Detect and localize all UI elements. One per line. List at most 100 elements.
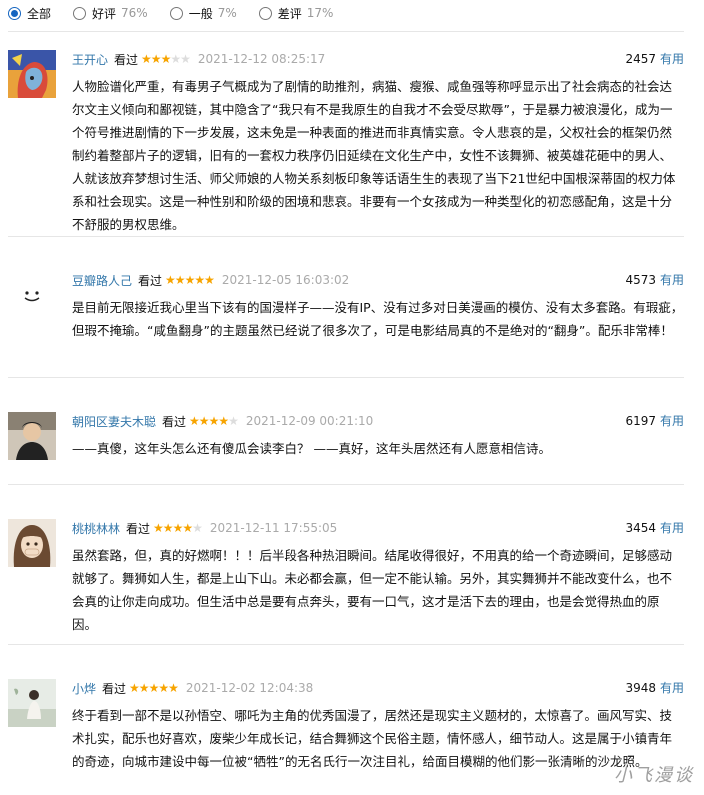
avatar[interactable] [8, 50, 56, 98]
rating-filter-bar: 全部 好评 76% 一般 7% 差评 17% [8, 2, 355, 24]
review-content: 人物脸谱化严重，有毒男子气概成为了剧情的助推剂，病猫、瘦猴、咸鱼强等称呼显示出了… [72, 79, 676, 232]
filter-neutral[interactable]: 一般 7% [169, 5, 237, 22]
star-icon: ★ [168, 681, 179, 695]
review-header: 桃桃林林 看过 ★★★★★ 2021-12-11 17:55:05 [72, 519, 684, 537]
vote-area: 3454 有用 [625, 519, 684, 536]
vote-count: 2457 [625, 52, 656, 66]
review-item: 桃桃林林 看过 ★★★★★ 2021-12-11 17:55:05 3454 有用… [8, 519, 684, 639]
divider [8, 484, 684, 485]
star-icon: ★ [208, 414, 220, 428]
star-icon: ★ [218, 414, 229, 428]
vote-area: 3948 有用 [625, 679, 684, 696]
review-item: 朝阳区妻夫木聪 看过 ★★★★★ 2021-12-09 00:21:10 619… [8, 412, 684, 472]
username-link[interactable]: 小烨 [72, 680, 96, 697]
star-icon: ★ [165, 273, 176, 287]
review-time: 2021-12-12 08:25:17 [197, 52, 326, 66]
vote-count: 3454 [625, 521, 656, 535]
star-icon: ★ [160, 52, 172, 66]
filter-label: 好评 [92, 6, 117, 21]
star-icon: ★ [228, 414, 239, 428]
rating-stars: ★★★★★ [153, 521, 203, 535]
filter-label: 差评 [277, 6, 302, 21]
avatar[interactable] [8, 679, 56, 727]
review-content: ——真傻，这年头怎么还有傻瓜会读李白？ ——真好，这年头居然还有人愿意相信诗。 [72, 441, 551, 456]
radio-icon[interactable] [73, 6, 87, 20]
filter-label: 全部 [27, 6, 52, 21]
review-header: 豆瓣路人己 看过 ★★★★★ 2021-12-05 16:03:02 [72, 271, 684, 289]
watched-label: 看过 [102, 681, 127, 696]
review-time: 2021-12-02 12:04:38 [185, 681, 314, 695]
username-link[interactable]: 朝阳区妻夫木聪 [72, 413, 156, 430]
divider [8, 236, 684, 237]
rating-stars: ★★★★★ [189, 414, 239, 428]
radio-icon[interactable] [258, 6, 272, 20]
filter-all[interactable]: 全部 [8, 5, 51, 22]
watched-label: 看过 [162, 414, 187, 429]
vote-area: 6197 有用 [625, 412, 684, 429]
star-icon: ★ [162, 521, 174, 535]
filter-percentage: 76% [121, 6, 148, 20]
divider [8, 31, 684, 32]
watermark: 小飞漫谈 [614, 765, 694, 786]
rating-stars: ★★★★★ [129, 681, 179, 695]
review-content: 终于看到一部不是以孙悟空、哪吒为主角的优秀国漫了，居然还是现实主义题材的，太惊喜… [72, 708, 673, 769]
review-header: 王开心 看过 ★★★★★ 2021-12-12 08:25:17 [72, 50, 684, 68]
star-icon: ★ [194, 273, 205, 287]
avatar[interactable] [8, 519, 56, 567]
star-icon: ★ [182, 521, 193, 535]
radio-icon[interactable] [8, 6, 21, 20]
star-icon: ★ [150, 52, 162, 66]
vote-count: 4573 [625, 273, 656, 287]
review-header: 小烨 看过 ★★★★★ 2021-12-02 12:04:38 [72, 679, 684, 697]
star-icon: ★ [172, 521, 184, 535]
review-item: 小烨 看过 ★★★★★ 2021-12-02 12:04:38 3948 有用 终… [8, 679, 684, 789]
vote-area: 4573 有用 [625, 271, 684, 288]
star-icon: ★ [158, 681, 169, 695]
filter-label: 一般 [188, 6, 213, 21]
useful-button[interactable]: 有用 [660, 52, 684, 66]
rating-stars: ★★★★★ [165, 273, 215, 287]
useful-button[interactable]: 有用 [660, 273, 684, 287]
avatar[interactable] [8, 271, 56, 319]
divider [8, 644, 684, 645]
review-time: 2021-12-05 16:03:02 [221, 273, 350, 287]
filter-negative[interactable]: 差评 17% [258, 5, 334, 22]
username-link[interactable]: 豆瓣路人己 [72, 272, 132, 289]
star-icon: ★ [204, 273, 215, 287]
useful-button[interactable]: 有用 [660, 681, 684, 695]
radio-icon[interactable] [169, 6, 183, 20]
star-icon: ★ [184, 273, 196, 287]
watched-label: 看过 [114, 52, 139, 67]
vote-count: 6197 [625, 414, 656, 428]
review-content: 是目前无限接近我心里当下该有的国漫样子——没有IP、没有过多对日美漫画的模仿、没… [72, 300, 684, 338]
filter-positive[interactable]: 好评 76% [73, 5, 148, 22]
review-item: 王开心 看过 ★★★★★ 2021-12-12 08:25:17 2457 有用 … [8, 50, 684, 232]
star-icon: ★ [138, 681, 150, 695]
review-item: 豆瓣路人己 看过 ★★★★★ 2021-12-05 16:03:02 4573 有… [8, 271, 684, 371]
useful-button[interactable]: 有用 [660, 414, 684, 428]
filter-percentage: 17% [306, 6, 334, 20]
username-link[interactable]: 桃桃林林 [72, 520, 120, 537]
star-icon: ★ [192, 521, 203, 535]
vote-count: 3948 [625, 681, 656, 695]
divider [8, 377, 684, 378]
rating-stars: ★★★★★ [141, 52, 191, 66]
username-link[interactable]: 王开心 [72, 51, 108, 68]
watched-label: 看过 [126, 521, 151, 536]
star-icon: ★ [141, 52, 152, 66]
star-icon: ★ [189, 414, 200, 428]
review-content: 虽然套路，但，真的好燃啊！！！后半段各种热泪瞬间。结尾收得很好，不用真的给一个奇… [72, 548, 673, 632]
star-icon: ★ [180, 52, 191, 66]
review-time: 2021-12-09 00:21:10 [245, 414, 374, 428]
watched-label: 看过 [138, 273, 163, 288]
star-icon: ★ [198, 414, 210, 428]
filter-percentage: 7% [217, 6, 237, 20]
avatar[interactable] [8, 412, 56, 460]
star-icon: ★ [174, 273, 186, 287]
star-icon: ★ [170, 52, 181, 66]
vote-area: 2457 有用 [625, 50, 684, 67]
useful-button[interactable]: 有用 [660, 521, 684, 535]
review-header: 朝阳区妻夫木聪 看过 ★★★★★ 2021-12-09 00:21:10 [72, 412, 684, 430]
star-icon: ★ [148, 681, 160, 695]
star-icon: ★ [129, 681, 140, 695]
